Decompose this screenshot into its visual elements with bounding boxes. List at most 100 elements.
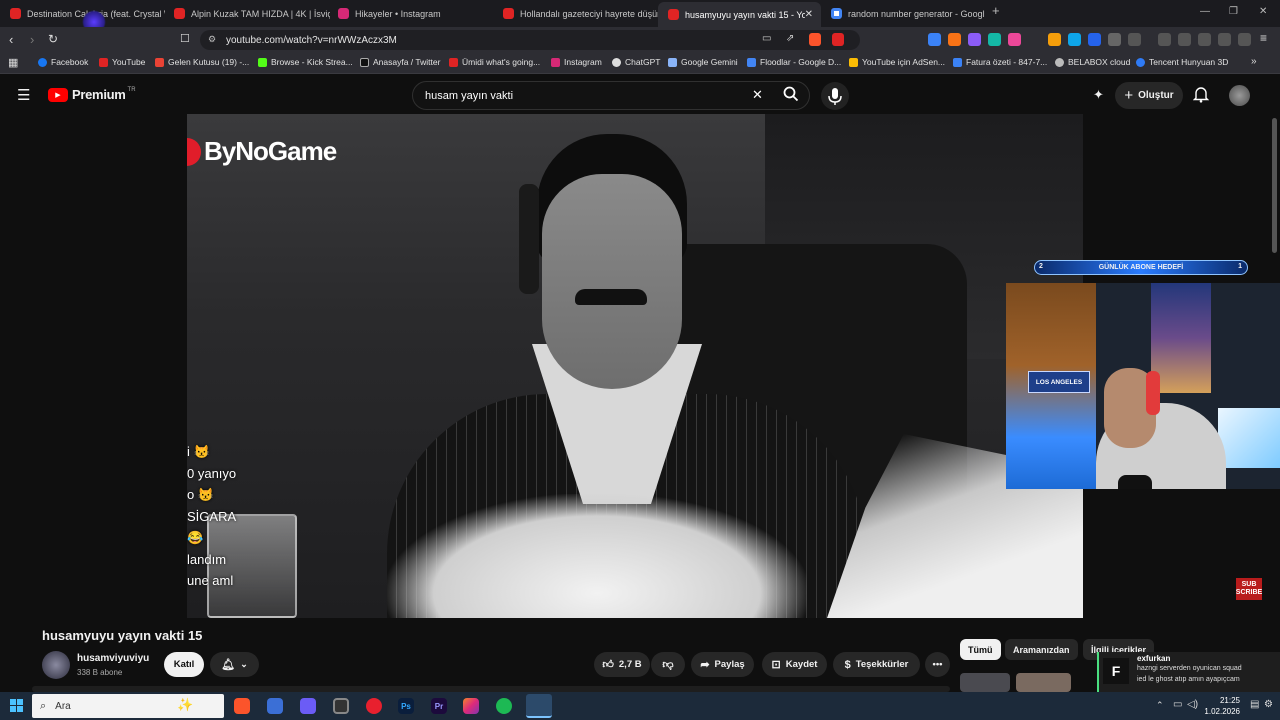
- search-icon[interactable]: [783, 86, 799, 102]
- vpn-shield-icon[interactable]: [1238, 33, 1251, 46]
- leo-icon[interactable]: [1218, 33, 1231, 46]
- bookmark-youtube[interactable]: YouTube: [99, 57, 145, 67]
- scrollbar-thumb[interactable]: [1272, 118, 1277, 253]
- hamburger-menu-icon[interactable]: ☰: [17, 86, 30, 104]
- youtube-logo[interactable]: ▶ Premium TR: [48, 87, 136, 102]
- tab-6[interactable]: random number generator - Google: [821, 0, 985, 27]
- extension-icon[interactable]: [1048, 33, 1061, 46]
- clock[interactable]: 21:25 1.02.2026: [1202, 695, 1240, 717]
- extension-icon[interactable]: [968, 33, 981, 46]
- save-button[interactable]: ⊡ Kaydet: [762, 652, 827, 677]
- sidebar-icon[interactable]: [1128, 33, 1141, 46]
- obs-app-icon[interactable]: [333, 698, 349, 714]
- extension-icon[interactable]: [1008, 33, 1021, 46]
- maximize-icon[interactable]: ❐: [1229, 6, 1238, 17]
- extension-icon[interactable]: [948, 33, 961, 46]
- bookmark-twitter[interactable]: Anasayfa / Twitter: [360, 57, 440, 67]
- related-thumbnail[interactable]: [960, 673, 1010, 692]
- bookmark-docs[interactable]: Floodlar - Google D...: [747, 57, 841, 67]
- opera-app-icon[interactable]: [366, 698, 382, 714]
- extension-icon[interactable]: [1088, 33, 1101, 46]
- media-icon[interactable]: [1158, 33, 1171, 46]
- bookmark-chatgpt[interactable]: ChatGPT: [612, 57, 660, 67]
- thanks-button[interactable]: $ Teşekkürler: [833, 652, 920, 677]
- video-player[interactable]: ByNoGame i 😾 0 yanıyo o 😾 SİGARA 😂 landı…: [187, 114, 1083, 618]
- related-thumbnail[interactable]: [1016, 673, 1071, 692]
- create-button[interactable]: + Oluştur: [1115, 82, 1183, 109]
- extension-icon[interactable]: [988, 33, 1001, 46]
- bookmark-gemini[interactable]: Google Gemini: [668, 57, 738, 67]
- close-window-icon[interactable]: ✕: [1259, 6, 1267, 17]
- brave-shields-icon[interactable]: [809, 33, 821, 46]
- sparkle-icon[interactable]: ✦: [1093, 87, 1104, 103]
- app-icon[interactable]: [267, 698, 283, 714]
- bookmark-instagram[interactable]: Instagram: [551, 57, 602, 67]
- bookmark-gmail[interactable]: Gelen Kutusu (19) -...: [155, 57, 249, 67]
- bookmark-hunyuan[interactable]: Tencent Hunyuan 3D: [1136, 57, 1228, 67]
- notification-center-icon[interactable]: ▤: [1250, 699, 1259, 710]
- search-input[interactable]: husam yayın vakti ✕: [412, 81, 810, 110]
- chip-all[interactable]: Tümü: [960, 639, 1001, 660]
- tray-chevron-icon[interactable]: ⌃: [1156, 700, 1164, 711]
- settings-icon[interactable]: ⚙: [1264, 699, 1273, 710]
- extension-icon[interactable]: [1068, 33, 1081, 46]
- site-info-icon[interactable]: ⚙: [208, 34, 216, 45]
- brave-rewards-icon[interactable]: [832, 33, 844, 46]
- channel-name[interactable]: husamviyuviyu: [77, 653, 149, 664]
- notifications-bell-icon[interactable]: [1193, 86, 1209, 103]
- clear-search-icon[interactable]: ✕: [752, 87, 763, 103]
- extensions-puzzle-icon[interactable]: [1108, 33, 1121, 46]
- more-bookmarks-icon[interactable]: »: [1251, 56, 1257, 67]
- mustache: [575, 289, 647, 305]
- steam-app-icon[interactable]: [526, 694, 552, 718]
- forward-icon[interactable]: ›: [30, 32, 34, 47]
- url-text: youtube.com/watch?v=nrWWzAczx3M: [226, 34, 397, 46]
- spotify-app-icon[interactable]: [496, 698, 512, 714]
- wallet-icon[interactable]: [1198, 33, 1211, 46]
- voice-search-button[interactable]: [821, 82, 849, 110]
- premiere-app-icon[interactable]: Pr: [431, 698, 447, 714]
- cast-icon[interactable]: ▭: [762, 33, 771, 44]
- bookmark-icon[interactable]: ☐: [180, 32, 190, 45]
- language-icon[interactable]: ▭: [1173, 699, 1182, 710]
- taskbar-search-input[interactable]: ⌕ Ara ✨: [32, 694, 224, 718]
- bookmark-video[interactable]: Ümidi what's going...: [449, 57, 540, 67]
- bookmark-adsense[interactable]: YouTube için AdSen...: [849, 57, 945, 67]
- bookmark-belabox[interactable]: BELABOX cloud: [1055, 57, 1130, 67]
- bookmark-fatura[interactable]: Fatura özeti - 847-7...: [953, 57, 1047, 67]
- discord-notification[interactable]: F exfurkan hazngi serverden oyunican squ…: [1097, 652, 1280, 692]
- close-tab-icon[interactable]: ✕: [805, 9, 813, 20]
- brave-app-icon[interactable]: [234, 698, 250, 714]
- minimize-icon[interactable]: —: [1200, 6, 1210, 17]
- share-button[interactable]: ➦ Paylaş: [691, 652, 754, 677]
- extension-icon[interactable]: [928, 33, 941, 46]
- bookmark-facebook[interactable]: Facebook: [38, 57, 88, 67]
- tab-2[interactable]: Alpin Kuzak TAM HIZDA | 4K | İsviçre: [164, 0, 330, 27]
- address-bar[interactable]: ⚙ youtube.com/watch?v=nrWWzAczx3M ▭ ⇗: [200, 30, 860, 50]
- like-button[interactable]: 👍︎ 2,7 B: [594, 652, 650, 677]
- dislike-button[interactable]: 👎︎: [651, 652, 685, 677]
- volume-icon[interactable]: ◁): [1187, 699, 1198, 710]
- chip-from-search[interactable]: Aramanızdan: [1005, 639, 1078, 660]
- join-button[interactable]: Katıl: [164, 652, 204, 677]
- back-icon[interactable]: ‹: [9, 32, 13, 47]
- instagram-app-icon[interactable]: [463, 698, 479, 714]
- notification-bell-dropdown[interactable]: 🔔︎ ⌄: [210, 652, 259, 677]
- channel-avatar[interactable]: [42, 651, 70, 679]
- menu-icon[interactable]: ≡: [1260, 31, 1267, 45]
- tab-5-active[interactable]: husamyuyu yayın vakti 15 - YouTu ✕: [658, 2, 821, 27]
- new-tab-icon[interactable]: +: [992, 3, 1000, 18]
- apps-grid-icon[interactable]: ▦: [8, 56, 18, 69]
- discord-app-icon[interactable]: [300, 698, 316, 714]
- windows-start-icon[interactable]: [10, 699, 23, 712]
- facebook-icon: [38, 57, 47, 67]
- reload-icon[interactable]: ↻: [48, 32, 58, 46]
- more-actions-button[interactable]: •••: [925, 652, 950, 677]
- photoshop-app-icon[interactable]: Ps: [398, 698, 414, 714]
- bookmark-kick[interactable]: Browse - Kick Strea...: [258, 57, 353, 67]
- avatar[interactable]: [1229, 85, 1250, 106]
- share-page-icon[interactable]: ⇗: [786, 33, 794, 44]
- tab-4[interactable]: Hollandalı gazeteciyi hayrete düşüre: [493, 0, 659, 27]
- tab-3[interactable]: Hikayeler • Instagram: [328, 0, 494, 27]
- reading-list-icon[interactable]: [1178, 33, 1191, 46]
